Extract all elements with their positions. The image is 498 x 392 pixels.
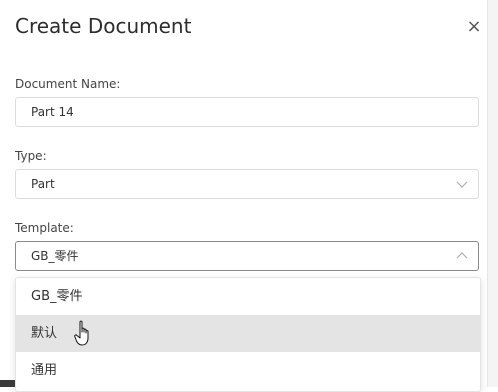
chevron-down-icon: [456, 181, 468, 188]
document-name-value: Part 14: [31, 105, 74, 119]
background-edge: [0, 380, 15, 387]
hand-pointer-icon: [74, 320, 89, 346]
type-select[interactable]: Part: [15, 169, 479, 199]
dialog-title: Create Document: [15, 14, 192, 38]
chevron-up-icon: [456, 252, 468, 259]
close-icon[interactable]: ×: [464, 17, 484, 37]
scrollbar[interactable]: [487, 0, 498, 387]
template-selected-value: GB_零件: [31, 249, 79, 263]
document-name-input[interactable]: Part 14: [15, 97, 479, 127]
type-label: Type:: [15, 149, 47, 163]
template-option-general[interactable]: 通用: [16, 352, 480, 389]
document-name-label: Document Name:: [15, 77, 121, 91]
type-selected-value: Part: [31, 177, 55, 191]
template-label: Template:: [15, 221, 74, 235]
template-select[interactable]: GB_零件: [15, 241, 479, 271]
template-option-gb-part[interactable]: GB_零件: [16, 278, 480, 315]
